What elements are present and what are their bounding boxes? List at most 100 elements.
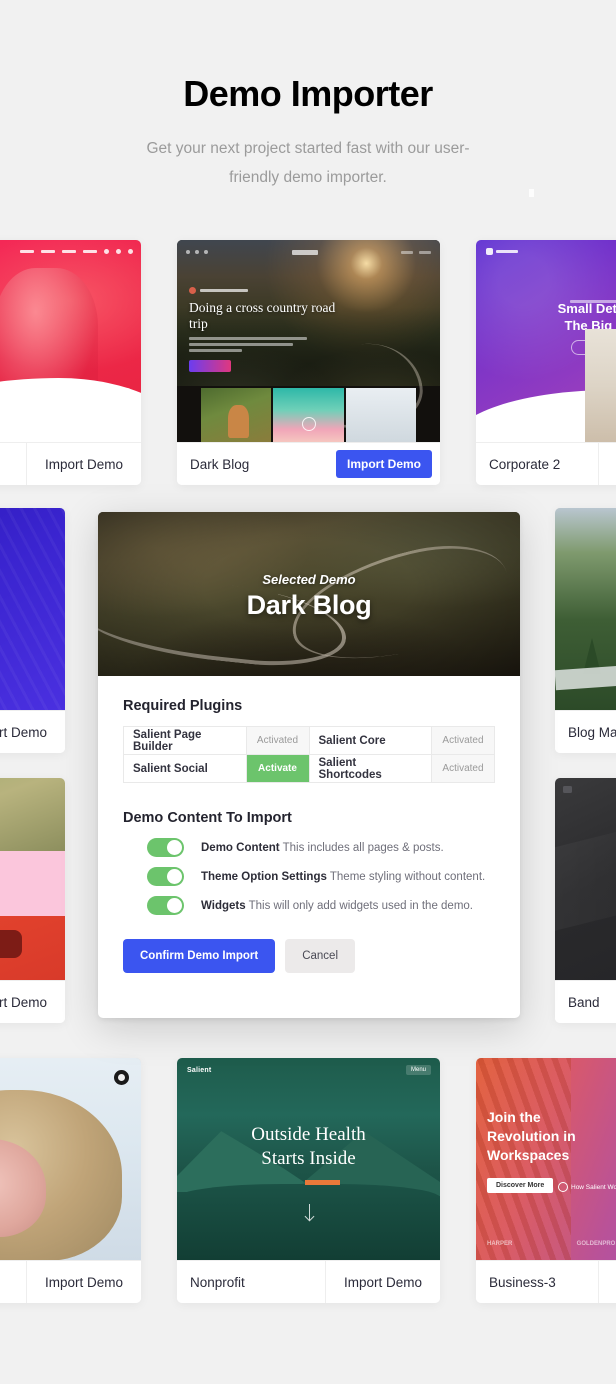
- demo-thumbnail: Small Detail The Big P: [476, 240, 616, 443]
- table-row: Salient Social Activate Salient Shortcod…: [123, 754, 495, 783]
- demo-thumbnail: Salient Menu Outside Health Starts Insid…: [177, 1058, 440, 1261]
- thumb-headline-line1: Small Detail: [557, 301, 616, 316]
- toggle-label: Widgets This will only add widgets used …: [201, 900, 473, 912]
- demo-thumbnail: [0, 240, 141, 443]
- demo-card[interactable]: Import Demo: [0, 240, 141, 485]
- demo-card-footer: ort Demo: [0, 710, 65, 753]
- theme-option-settings-toggle[interactable]: [147, 867, 184, 886]
- demo-card-footer: Import Demo: [0, 1260, 141, 1303]
- toggle-label: Theme Option Settings Theme styling with…: [201, 871, 485, 883]
- demo-card[interactable]: Salient Menu Outside Health Starts Insid…: [177, 1058, 440, 1303]
- import-demo-button[interactable]: ort Demo: [0, 711, 65, 753]
- demo-thumbnail: [555, 778, 616, 981]
- required-plugins-table: Salient Page Builder Activated Salient C…: [123, 726, 495, 783]
- demo-thumbnail: [0, 508, 65, 711]
- modal-body: Required Plugins Salient Page Builder Ac…: [98, 676, 520, 973]
- thumb-topbar: [177, 247, 440, 257]
- import-demo-button[interactable]: Import Demo: [25, 1261, 141, 1303]
- thumb-logo: Salient: [187, 1067, 212, 1074]
- thumb-menu-button: Menu: [405, 1065, 431, 1075]
- plugin-status: Activated: [431, 726, 495, 755]
- plugin-status: Activated: [431, 754, 495, 783]
- demo-card[interactable]: Join the Revolution in Workspaces Discov…: [476, 1058, 616, 1303]
- thumb-navbar: [20, 249, 133, 254]
- close-icon: [114, 1070, 129, 1085]
- selected-demo-label: Selected Demo: [262, 572, 356, 587]
- thumb-cta-button: [189, 360, 231, 372]
- modal-actions: Confirm Demo Import Cancel: [123, 939, 495, 973]
- demo-card-footer: ort Demo: [0, 980, 65, 1023]
- plugin-status: Activated: [245, 726, 310, 755]
- demo-import-modal: Selected Demo Dark Blog Required Plugins…: [98, 512, 520, 1018]
- thumb-byline: [189, 287, 248, 294]
- toggle-title: Demo Content: [201, 841, 280, 854]
- demo-card-footer: Blog Mag Import Demo: [555, 710, 616, 753]
- widgets-toggle[interactable]: [147, 896, 184, 915]
- demo-thumbnail: Doing a cross country road trip: [177, 240, 440, 443]
- import-demo-button[interactable]: ort Demo: [0, 981, 65, 1023]
- plugin-name: Salient Shortcodes: [308, 754, 432, 783]
- cancel-button[interactable]: Cancel: [285, 939, 356, 973]
- toggle-label: Demo Content This includes all pages & p…: [201, 842, 444, 854]
- thumb-video-link: How Salient Works: [558, 1182, 616, 1192]
- demo-card-name: Blog Mag: [568, 724, 616, 740]
- thumb-cta-button: Discover More: [487, 1178, 554, 1193]
- demo-card[interactable]: ort Demo: [0, 778, 65, 1023]
- import-demo-button[interactable]: Import Demo: [597, 1261, 616, 1303]
- demo-card-footer: Nonprofit Import Demo: [177, 1260, 440, 1303]
- demo-card-footer: Corporate 2 Import Demo: [476, 442, 616, 485]
- demo-card-footer: Import Demo: [0, 442, 141, 485]
- thumb-paragraph: [189, 337, 307, 355]
- demo-content-heading: Demo Content To Import: [123, 810, 292, 826]
- toggle-row-demo-content: Demo Content This includes all pages & p…: [123, 838, 495, 857]
- toggle-title: Theme Option Settings: [201, 870, 327, 883]
- required-plugins-heading: Required Plugins: [123, 698, 243, 714]
- thumb-headline-line2: Starts Inside: [261, 1147, 356, 1169]
- demo-card-footer: Business-3 Import Demo: [476, 1260, 616, 1303]
- play-icon: [558, 1182, 568, 1192]
- import-demo-button[interactable]: Import Demo: [335, 450, 432, 478]
- scroll-down-icon: [308, 1204, 310, 1221]
- toggle-title: Widgets: [201, 899, 246, 912]
- demo-thumbnail: [0, 778, 65, 981]
- demo-card-footer: Dark Blog Import Demo: [177, 442, 440, 485]
- demo-card[interactable]: Small Detail The Big P Corporate 2 Impor…: [476, 240, 616, 485]
- demo-thumbnail: [555, 508, 616, 711]
- thumb-headline: Join the Revolution in Workspaces: [487, 1109, 576, 1163]
- demo-card[interactable]: ort Demo: [0, 508, 65, 753]
- confirm-demo-import-button[interactable]: Confirm Demo Import: [123, 939, 276, 973]
- demo-card-name: Business-3: [489, 1274, 556, 1290]
- demo-thumbnail: Join the Revolution in Workspaces Discov…: [476, 1058, 616, 1261]
- demo-card[interactable]: Doing a cross country road trip Dark Blo…: [177, 240, 440, 485]
- demo-thumbnail: [0, 1058, 141, 1261]
- thumb-headline: Doing a cross country road trip: [189, 300, 336, 331]
- demo-card[interactable]: Import Demo: [0, 1058, 141, 1303]
- demo-card-footer: Band Import Demo: [555, 980, 616, 1023]
- selected-demo-title: Dark Blog: [246, 590, 372, 620]
- demo-content-toggle[interactable]: [147, 838, 184, 857]
- toggle-row-widgets: Widgets This will only add widgets used …: [123, 896, 495, 915]
- table-row: Salient Page Builder Activated Salient C…: [123, 726, 495, 755]
- modal-hero: Selected Demo Dark Blog: [98, 512, 520, 676]
- toggle-row-theme-options: Theme Option Settings Theme styling with…: [123, 867, 495, 886]
- toggle-desc: This includes all pages & posts.: [282, 841, 444, 854]
- plugin-name: Salient Page Builder: [123, 726, 247, 755]
- import-demo-button[interactable]: Import Demo: [25, 443, 141, 485]
- import-demo-button[interactable]: Import Demo: [324, 1261, 440, 1303]
- plugin-name: Salient Social: [123, 754, 247, 783]
- demo-card-name: Band: [568, 994, 600, 1010]
- demo-card[interactable]: Band Import Demo: [555, 778, 616, 1023]
- toggle-desc: This will only add widgets used in the d…: [248, 899, 473, 912]
- plugin-activate-button[interactable]: Activate: [245, 754, 310, 783]
- thumb-headline-line1: Outside Health: [251, 1123, 366, 1145]
- import-demo-button[interactable]: Import Demo: [597, 443, 616, 485]
- thumb-brand-logos: HARPER GOLDENPRO Ollashan: [487, 1241, 616, 1247]
- thumb-headline: Outside Health Starts Inside: [177, 1123, 440, 1171]
- thumb-topbar: [486, 248, 616, 255]
- thumb-gallery: [177, 388, 440, 443]
- demo-card-name: Dark Blog: [190, 456, 250, 472]
- toggle-desc: Theme styling without content.: [329, 870, 486, 883]
- demo-card[interactable]: Blog Mag Import Demo: [555, 508, 616, 753]
- plugin-name: Salient Core: [308, 726, 432, 755]
- camera-icon: [563, 786, 572, 793]
